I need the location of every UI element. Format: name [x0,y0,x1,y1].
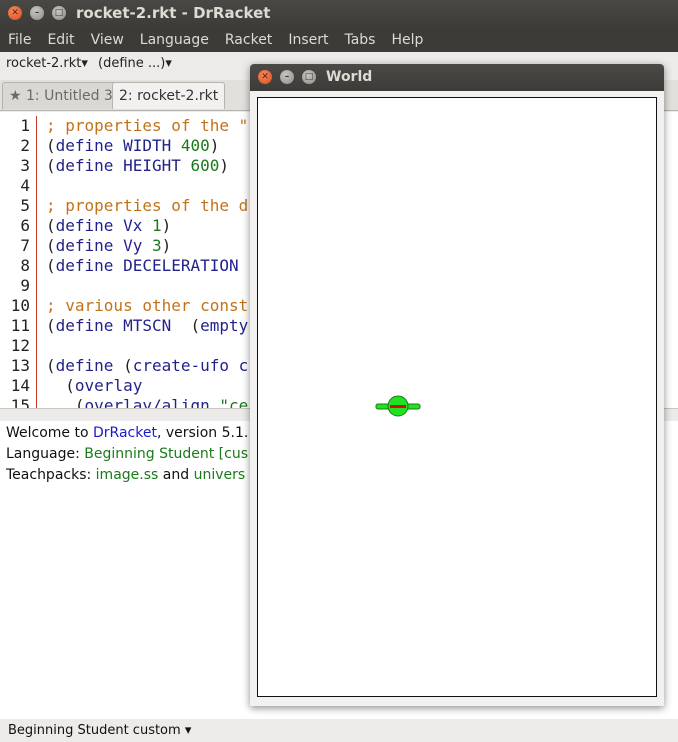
code-line-3: (define HEIGHT 600) [46,156,230,175]
code-line-2: (define WIDTH 400) [46,136,220,155]
code-line-7: (define Vy 3) [46,236,172,255]
code-line-8: (define DECELERATION [46,256,239,275]
tab-untitled-3[interactable]: ★ 1: Untitled 3 [2,82,120,109]
code-line-15: (overlay/align "ce [74,396,249,408]
line-number: 11 [10,316,30,335]
window-title: rocket-2.rkt - DrRacket [76,4,271,22]
menu-language[interactable]: Language [132,28,217,52]
window-titlebar: ✕ – □ rocket-2.rkt - DrRacket [0,0,678,28]
menu-insert[interactable]: Insert [280,28,336,52]
code-line-13: (define (create-ufo c [46,356,249,375]
menu-help[interactable]: Help [383,28,431,52]
minimize-window-button[interactable]: – [30,6,44,20]
star-icon: ★ [9,88,22,104]
line-number: 8 [20,256,30,275]
code-line-11: (define MTSCN (empty [46,316,249,335]
menu-view[interactable]: View [83,28,132,52]
close-window-button[interactable]: ✕ [8,6,22,20]
ufo-lights [390,405,406,408]
teachpacks-prefix: Teachpacks: [6,467,96,483]
code-line-10: ; various other const [46,296,249,315]
world-close-button[interactable]: ✕ [258,70,272,84]
line-number: 7 [20,236,30,255]
line-number: 2 [20,136,30,155]
line-number: 9 [20,276,30,295]
teachpacks-and: and [158,467,194,483]
teachpack-universe: univers [193,467,246,483]
welcome-line: Welcome to DrRacket, version 5.1. [6,423,248,443]
code-line-1: ; properties of the " [46,116,249,135]
language-prefix: Language: [6,446,85,462]
file-dropdown-label: rocket-2.rkt [6,56,82,71]
world-window: ✕ – □ World [250,64,664,706]
line-number: 4 [20,176,30,195]
menu-tabs[interactable]: Tabs [336,28,383,52]
menu-edit[interactable]: Edit [39,28,82,52]
language-selector-label: Beginning Student custom [8,723,181,738]
menu-racket[interactable]: Racket [217,28,280,52]
code-line-6: (define Vx 1) [46,216,172,235]
world-canvas[interactable] [257,97,657,697]
line-number: 5 [20,196,30,215]
menu-file[interactable]: File [0,28,39,52]
ufo [375,395,421,417]
line-number: 1 [20,116,30,135]
world-minimize-button[interactable]: – [280,70,294,84]
language-line: Language: Beginning Student [cus [6,444,248,464]
chevron-down-icon: ▾ [165,56,172,71]
drracket-link[interactable]: DrRacket [93,425,157,441]
define-dropdown-label: (define ...) [98,56,166,71]
world-title: World [326,69,373,85]
menubar: File Edit View Language Racket Insert Ta… [0,28,678,52]
welcome-prefix: Welcome to [6,425,93,441]
chevron-down-icon: ▾ [184,723,192,738]
tab-label: 1: Untitled 3 [26,88,113,104]
chevron-down-icon: ▾ [81,56,88,71]
code-line-14: (overlay [65,376,143,395]
world-maximize-button[interactable]: □ [302,70,316,84]
tab-rocket-2[interactable]: 2: rocket-2.rkt [112,82,226,109]
line-number: 10 [10,296,30,315]
line-number: 6 [20,216,30,235]
line-number: 3 [20,156,30,175]
code-line-5: ; properties of the d [46,196,249,215]
line-number: 15 [10,396,30,408]
define-dropdown[interactable]: (define ...)▾ [98,56,172,71]
maximize-window-button[interactable]: □ [52,6,66,20]
gutter-divider [36,116,37,408]
world-titlebar: ✕ – □ World [250,64,664,91]
line-number: 13 [10,356,30,375]
world-scene [375,395,421,417]
teachpack-image: image.ss [95,467,159,483]
file-dropdown[interactable]: rocket-2.rkt▾ [6,56,88,71]
line-number: 14 [10,376,30,395]
tab-label: 2: rocket-2.rkt [119,88,219,104]
line-number: 12 [10,336,30,355]
teachpacks-line: Teachpacks: image.ss and univers [6,465,245,485]
status-bar: Beginning Student custom ▾ [0,720,678,742]
welcome-suffix: , version 5.1. [156,425,249,441]
language-value: Beginning Student [cus [84,446,248,462]
language-selector[interactable]: Beginning Student custom ▾ [8,723,191,738]
